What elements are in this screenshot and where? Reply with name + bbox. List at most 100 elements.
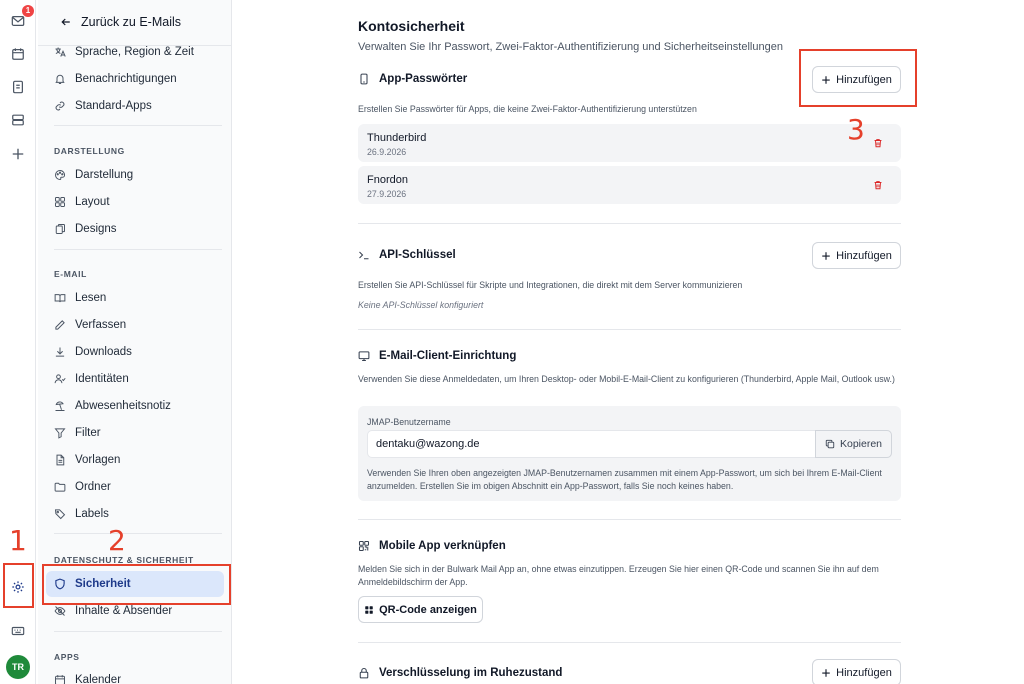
storage-rail-button[interactable]	[8, 110, 28, 130]
sidebar-item-label: Vorlagen	[75, 454, 121, 466]
sidebar-item-notifications[interactable]: Benachrichtigungen	[46, 66, 224, 92]
sidebar-item-label: Inhalte & Absender	[75, 605, 173, 617]
button-label: Hinzufügen	[836, 249, 892, 262]
show-qr-code-button[interactable]: QR-Code anzeigen	[358, 596, 483, 623]
app-password-name: Fnordon	[367, 174, 408, 186]
app-password-item: Thunderbird 26.9.2026	[358, 124, 901, 162]
app-passwords-heading: App-Passwörter	[358, 73, 467, 85]
add-rail-button[interactable]	[8, 144, 28, 164]
sidebar-item-label: Identitäten	[75, 373, 129, 385]
button-label: Kopieren	[839, 438, 883, 450]
jmap-credentials-box: JMAP-Benutzername dentaku@wazong.de Kopi…	[358, 406, 901, 501]
sidebar-item-label: Lesen	[75, 292, 107, 304]
unread-badge: 1	[22, 5, 34, 17]
vacation-icon	[55, 401, 65, 411]
mail-icon	[11, 16, 25, 26]
sidebar-item-downloads[interactable]: Downloads	[46, 339, 224, 365]
sidebar-item-label: Kalender	[75, 674, 122, 684]
sidebar-item-default-apps[interactable]: Standard-Apps	[46, 93, 224, 119]
divider	[54, 631, 222, 632]
contacts-rail-button[interactable]	[8, 77, 28, 97]
divider	[358, 223, 901, 224]
keyboard-rail-button[interactable]	[8, 621, 28, 641]
pencil-icon	[55, 320, 65, 330]
sidebar-item-label: Benachrichtigungen	[75, 73, 177, 85]
api-keys-heading: API-Schlüssel	[358, 249, 456, 261]
eye-off-icon	[54, 606, 66, 616]
back-to-mail-link[interactable]: Zurück zu E-Mails	[60, 15, 181, 29]
sidebar-item-label: Designs	[75, 223, 117, 235]
folder-icon	[54, 482, 66, 492]
bell-icon	[55, 74, 65, 84]
avatar[interactable]: TR	[6, 655, 30, 679]
section-description: Erstellen Sie API-Schlüssel für Skripte …	[358, 280, 743, 290]
layout-grid-icon	[55, 197, 65, 207]
section-description: Verwenden Sie diese Anmeldedaten, um Ihr…	[358, 374, 895, 384]
palette-icon	[55, 170, 65, 180]
annotation-number-3: 3	[847, 113, 865, 146]
copy-icon	[825, 439, 835, 449]
sidebar-item-vacation[interactable]: Abwesenheitsnotiz	[46, 393, 224, 419]
sidebar-item-label: Abwesenheitsnotiz	[75, 400, 171, 412]
designs-icon	[55, 224, 65, 234]
qr-code-icon	[358, 540, 370, 552]
monitor-icon	[358, 351, 370, 362]
jmap-username-label: JMAP-Benutzername	[367, 417, 451, 427]
template-icon	[56, 454, 65, 466]
jmap-username-field[interactable]: dentaku@wazong.de	[367, 430, 816, 458]
sidebar-item-designs[interactable]: Designs	[46, 216, 224, 242]
section-heading-email: E-MAIL	[54, 269, 87, 279]
filter-icon	[54, 428, 66, 439]
plus-icon	[12, 148, 24, 160]
trash-icon[interactable]	[873, 138, 883, 148]
sidebar-item-labels[interactable]: Labels	[46, 501, 224, 527]
back-label: Zurück zu E-Mails	[81, 15, 182, 29]
annotation-box-1	[3, 563, 34, 608]
add-encryption-button[interactable]: Hinzufügen	[812, 659, 901, 684]
section-title: Verschlüsselung im Ruhezustand	[379, 667, 563, 679]
encryption-heading: Verschlüsselung im Ruhezustand	[358, 667, 562, 679]
app-password-item: Fnordon 27.9.2026	[358, 166, 901, 204]
plus-icon	[822, 668, 830, 677]
sidebar-item-compose[interactable]: Verfassen	[46, 312, 224, 338]
section-title: App-Passwörter	[379, 73, 468, 85]
sidebar-item-folders[interactable]: Ordner	[46, 474, 224, 500]
terminal-icon	[359, 251, 369, 260]
trash-icon[interactable]	[873, 180, 883, 190]
button-label: QR-Code anzeigen	[379, 603, 477, 616]
arrow-left-icon	[61, 18, 70, 26]
copy-button[interactable]: Kopieren	[815, 430, 892, 458]
plus-icon	[822, 251, 830, 260]
tag-icon	[54, 509, 66, 520]
app-password-name: Thunderbird	[367, 132, 427, 144]
download-icon	[55, 347, 65, 357]
sidebar-item-label: Sprache, Region & Zeit	[75, 46, 194, 58]
jmap-hint-text: Verwenden Sie Ihren oben angezeigten JMA…	[367, 468, 882, 491]
storage-icon	[12, 114, 24, 126]
sidebar-item-calendar[interactable]: Kalender	[46, 667, 224, 684]
calendar-rail-button[interactable]	[8, 44, 28, 64]
language-icon	[55, 47, 66, 57]
page-subtitle: Verwalten Sie Ihr Passwort, Zwei-Faktor-…	[358, 41, 783, 53]
sidebar-item-layout[interactable]: Layout	[46, 189, 224, 215]
link-icon	[55, 101, 65, 111]
section-title: E-Mail-Client-Einrichtung	[379, 350, 517, 362]
page-title: Kontosicherheit	[358, 18, 465, 34]
sidebar-item-appearance[interactable]: Darstellung	[46, 162, 224, 188]
sidebar-item-language[interactable]: Sprache, Region & Zeit	[46, 39, 224, 65]
sidebar-item-read[interactable]: Lesen	[46, 285, 224, 311]
app-password-date: 27.9.2026	[367, 189, 407, 199]
annotation-box-2	[42, 564, 231, 605]
qr-code-icon	[365, 605, 373, 614]
divider	[358, 642, 901, 643]
app-password-date: 26.9.2026	[367, 147, 407, 157]
sidebar-item-templates[interactable]: Vorlagen	[46, 447, 224, 473]
add-api-key-button[interactable]: Hinzufügen	[812, 242, 901, 269]
sidebar-item-filter[interactable]: Filter	[46, 420, 224, 446]
mobile-app-heading: Mobile App verknüpfen	[358, 540, 506, 552]
sidebar-item-identities[interactable]: Identitäten	[46, 366, 224, 392]
section-title: Mobile App verknüpfen	[379, 540, 506, 552]
divider	[54, 533, 222, 534]
calendar-icon	[12, 48, 24, 60]
mail-rail-button[interactable]: 1	[8, 5, 34, 31]
